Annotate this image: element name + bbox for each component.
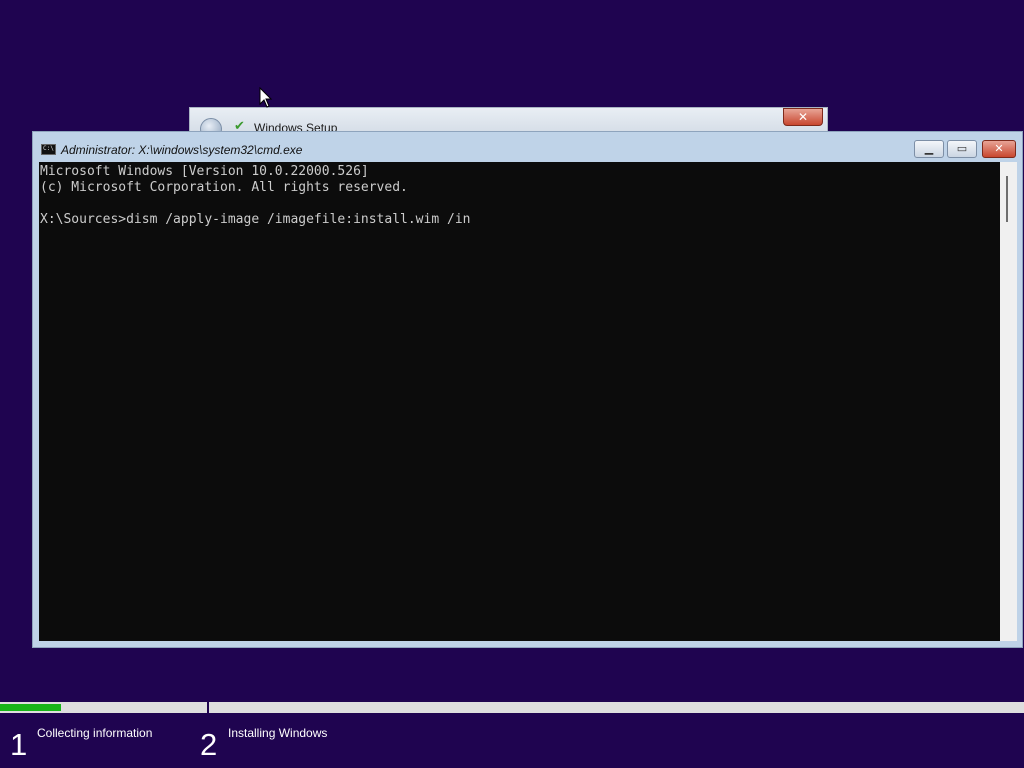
vertical-scrollbar[interactable]	[1000, 162, 1017, 641]
mouse-pointer-icon	[259, 87, 273, 108]
step-2-label: Installing Windows	[228, 726, 328, 740]
step-1-label: Collecting information	[37, 726, 153, 740]
console-output[interactable]: Microsoft Windows [Version 10.0.22000.52…	[39, 162, 1000, 641]
setup-desktop: ✔ Windows Setup ✕ C:\ Administrator: X:\…	[0, 0, 1024, 768]
cmd-titlebar[interactable]: C:\ Administrator: X:\windows\system32\c…	[33, 132, 1022, 162]
cmd-window-title: Administrator: X:\windows\system32\cmd.e…	[61, 143, 303, 157]
console-line-copyright: (c) Microsoft Corporation. All rights re…	[40, 180, 408, 195]
console-prompt-line[interactable]: X:\Sources>dism /apply-image /imagefile:…	[40, 212, 470, 228]
cmd-app-icon[interactable]: C:\	[41, 144, 56, 155]
progress-fill	[0, 704, 62, 711]
step-2-number: 2	[200, 727, 218, 762]
cmd-window: C:\ Administrator: X:\windows\system32\c…	[32, 131, 1023, 648]
progress-step-divider	[207, 700, 209, 714]
setup-close-button[interactable]: ✕	[783, 108, 823, 126]
close-button[interactable]: ✕	[982, 140, 1016, 158]
minimize-button[interactable]: ▁	[914, 140, 944, 158]
setup-progress-bar	[0, 702, 1024, 713]
console-line-version: Microsoft Windows [Version 10.0.22000.52…	[40, 164, 369, 179]
step-1-number: 1	[10, 727, 28, 762]
scrollbar-thumb[interactable]	[1006, 176, 1008, 222]
maximize-button[interactable]: ▭	[947, 140, 977, 158]
